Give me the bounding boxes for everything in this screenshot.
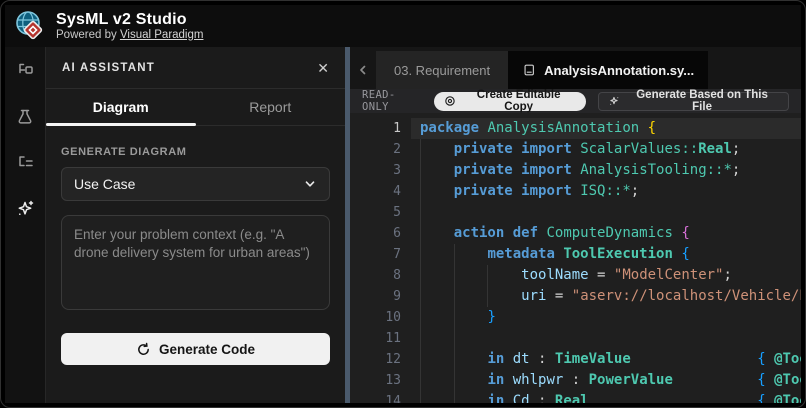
line-number: 5	[393, 205, 401, 220]
tab-03-requirement[interactable]: 03. Requirement	[376, 51, 509, 89]
create-editable-copy-button[interactable]: Create Editable Copy	[434, 89, 587, 113]
line-number: 7	[393, 247, 401, 262]
tab-scroll-left-icon[interactable]	[350, 51, 376, 89]
code-line[interactable]: 7 metadata ToolExecution {	[350, 244, 801, 265]
code-line[interactable]: 12 in dt : TimeValue { @ToolVar	[350, 349, 801, 370]
line-number: 8	[393, 268, 401, 283]
refresh-icon	[138, 342, 149, 355]
generate-file-label: Generate Based on This File	[636, 89, 768, 113]
generate-based-on-file-button[interactable]: Generate Based on This File	[598, 89, 789, 113]
activity-bar	[5, 47, 45, 403]
create-copy-label: Create Editable Copy	[476, 89, 561, 113]
ai-panel-title: AI ASSISTANT	[62, 61, 155, 74]
tab-analysisannotation[interactable]: AnalysisAnnotation.sy...	[508, 51, 709, 89]
line-number: 12	[385, 352, 401, 367]
line-number: 10	[385, 310, 401, 325]
editor-toolbar: READ-ONLY Create Editable Copy Generate …	[350, 89, 801, 113]
ai-panel-tabs: Diagram Report	[46, 89, 345, 126]
code-line[interactable]: 5	[350, 202, 801, 223]
code-area[interactable]: 1 package AnalysisAnnotation {2 private i…	[350, 113, 801, 403]
code-line-content	[411, 328, 801, 349]
code-line-content: in dt : TimeValue { @ToolVar	[487, 351, 801, 367]
visual-paradigm-link[interactable]: Visual Paradigm	[120, 29, 204, 41]
visual-paradigm-logo-icon	[13, 9, 47, 43]
code-line-content: package AnalysisAnnotation {	[411, 118, 801, 139]
code-line[interactable]: 8 toolName = "ModelCenter";	[350, 265, 801, 286]
type-hierarchy-icon[interactable]	[13, 59, 37, 83]
code-line-content	[411, 202, 801, 223]
code-line[interactable]: 14 in Cd : Real { @ToolVar	[350, 391, 801, 403]
ai-assistant-panel: AI ASSISTANT ✕ Diagram Report GENERATE D…	[45, 47, 345, 403]
code-line[interactable]: 3 private import AnalysisTooling::*;	[350, 160, 801, 181]
generate-diagram-label: GENERATE DIAGRAM	[61, 146, 187, 158]
line-number: 14	[385, 394, 401, 403]
line-number: 2	[393, 142, 401, 157]
code-line[interactable]: 10 }	[350, 307, 801, 328]
code-line-content: private import AnalysisTooling::*;	[453, 162, 741, 178]
tab-diagram[interactable]: Diagram	[46, 89, 196, 126]
app-title: SysML v2 Studio	[56, 10, 187, 28]
diagram-type-select[interactable]: Use Case	[61, 167, 330, 201]
target-circle-icon	[445, 96, 455, 106]
line-number: 9	[393, 289, 401, 304]
code-line-content: in Cd : Real { @ToolVar	[487, 393, 801, 403]
document-icon	[524, 64, 535, 76]
app-header: SysML v2 Studio Powered by Visual Paradi…	[5, 5, 801, 47]
code-line[interactable]: 1 package AnalysisAnnotation {	[350, 118, 801, 139]
subtitle-prefix: Powered by	[56, 28, 120, 41]
chevron-down-icon	[305, 181, 315, 187]
code-line-content: private import ScalarValues::Real;	[453, 141, 741, 157]
active-tab-label: AnalysisAnnotation.sy...	[544, 62, 695, 78]
code-line[interactable]: 13 in whlpwr : PowerValue { @ToolVar	[350, 370, 801, 391]
app-window: SysML v2 Studio Powered by Visual Paradi…	[0, 0, 806, 408]
editor-tabstrip: 03. Requirement AnalysisAnnotation.sy...	[350, 47, 801, 89]
code-line-content: metadata ToolExecution {	[487, 246, 690, 262]
ai-sparkle-icon[interactable]	[13, 197, 37, 221]
code-line-content: toolName = "ModelCenter";	[521, 267, 732, 283]
code-editor: 03. Requirement AnalysisAnnotation.sy...…	[350, 47, 801, 403]
line-number: 6	[393, 226, 401, 241]
code-line[interactable]: 11	[350, 328, 801, 349]
app-subtitle: Powered by Visual Paradigm	[56, 29, 203, 42]
close-icon[interactable]: ✕	[317, 61, 329, 75]
code-line-content: in whlpwr : PowerValue { @ToolVar	[487, 372, 801, 388]
line-number: 13	[385, 373, 401, 388]
code-line[interactable]: 4 private import ISQ::*;	[350, 181, 801, 202]
flask-icon[interactable]	[13, 105, 37, 129]
problem-context-input[interactable]	[61, 215, 330, 310]
line-number: 1	[393, 121, 401, 136]
code-line-content: uri = "aserv://localhost/Vehicle/Eng	[521, 288, 801, 304]
code-line[interactable]: 6 action def ComputeDynamics {	[350, 223, 801, 244]
code-line[interactable]: 2 private import ScalarValues::Real;	[350, 139, 801, 160]
tab-report[interactable]: Report	[196, 89, 346, 125]
line-number: 4	[393, 184, 401, 199]
readonly-badge: READ-ONLY	[362, 89, 396, 113]
code-line-content: }	[487, 309, 496, 325]
line-number: 11	[385, 331, 401, 346]
generate-code-label: Generate Code	[158, 341, 256, 357]
diagram-type-value: Use Case	[74, 176, 136, 192]
code-line-content: action def ComputeDynamics {	[453, 225, 690, 241]
list-tree-icon[interactable]	[13, 151, 37, 175]
code-line-content: private import ISQ::*;	[453, 183, 640, 199]
code-line[interactable]: 9 uri = "aserv://localhost/Vehicle/Eng	[350, 286, 801, 307]
sparkle-icon	[610, 96, 619, 105]
code-lines: 1 package AnalysisAnnotation {2 private i…	[350, 118, 801, 403]
generate-code-button[interactable]: Generate Code	[61, 333, 330, 365]
line-number: 3	[393, 163, 401, 178]
